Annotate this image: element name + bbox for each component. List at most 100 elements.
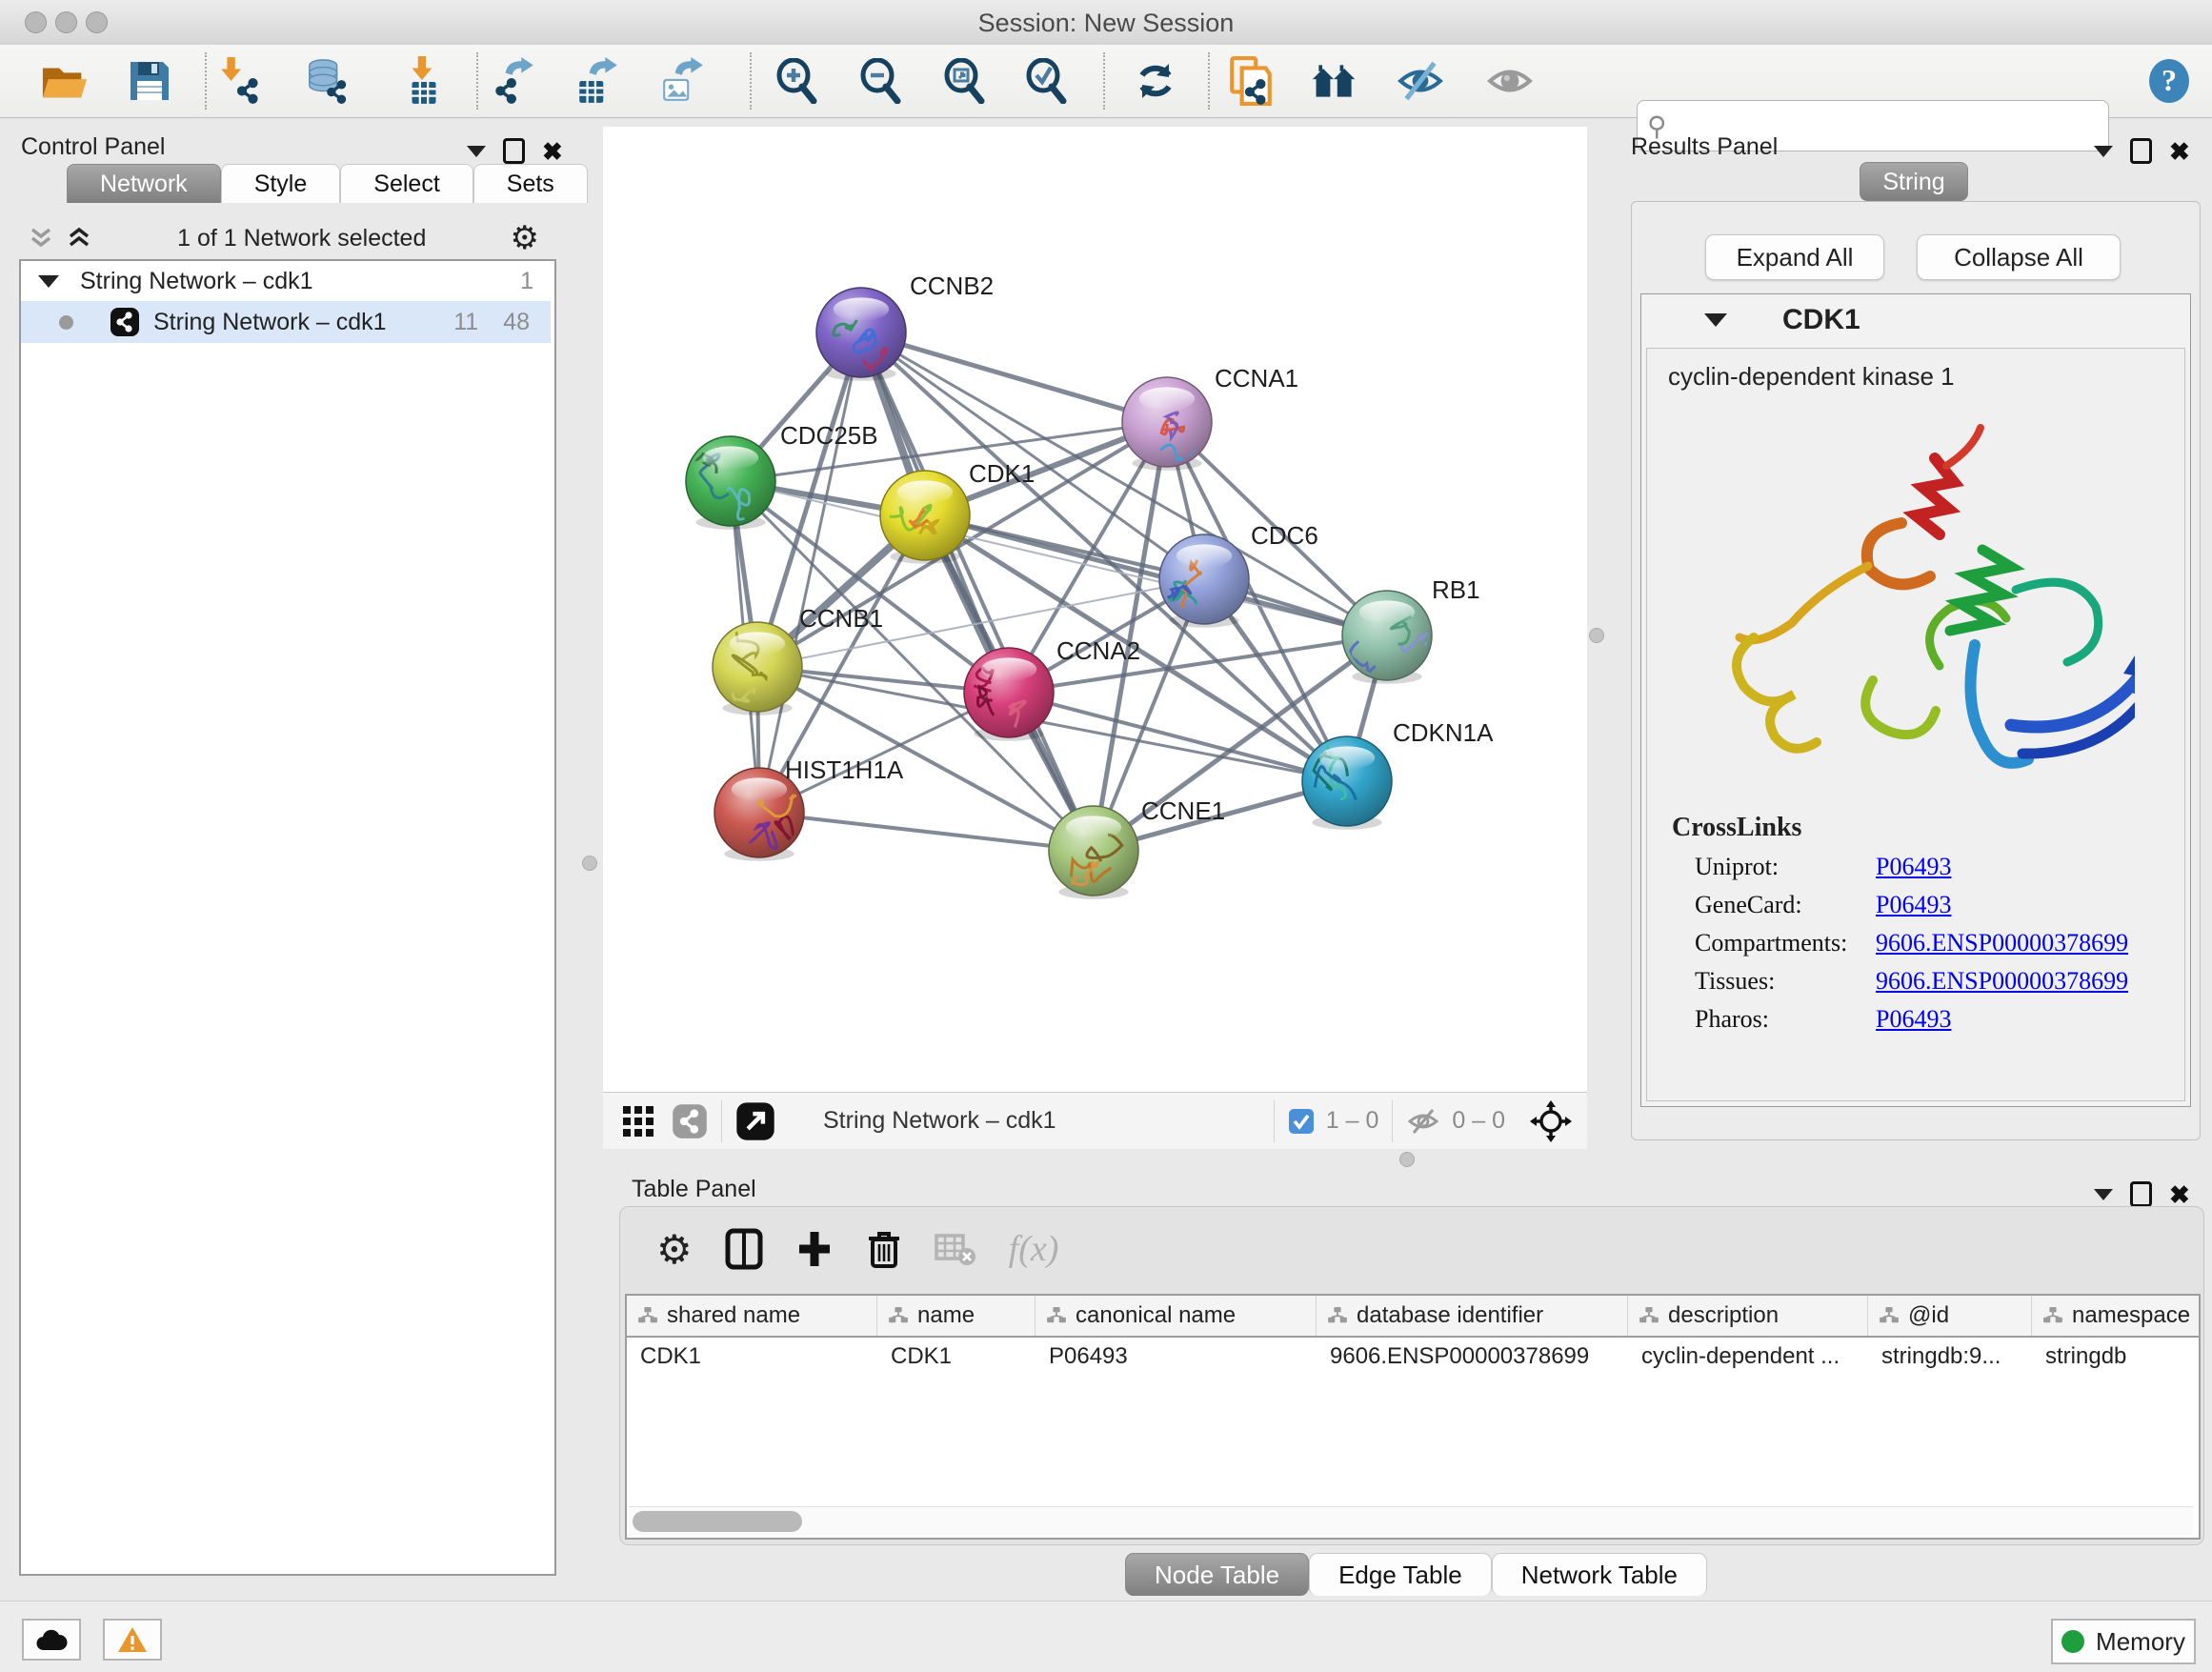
selected-checkbox-icon[interactable] <box>1288 1108 1315 1135</box>
crosslink-link[interactable]: 9606.ENSP00000378699 <box>1876 929 2128 957</box>
tab-network[interactable]: Network <box>67 164 221 203</box>
tab-select[interactable]: Select <box>340 164 473 203</box>
column-header-database-identifier[interactable]: database identifier <box>1317 1296 1628 1336</box>
zoom-selected-button[interactable] <box>1023 57 1071 105</box>
network-options-gear-icon[interactable]: ⚙︎ <box>511 219 539 257</box>
panel-float-icon[interactable] <box>2130 1181 2152 1207</box>
copy-network-button[interactable] <box>1227 57 1275 105</box>
import-table-button[interactable] <box>400 57 448 105</box>
fit-center-crosshair-icon[interactable] <box>1530 1100 1572 1142</box>
table-h-scrollbar[interactable] <box>629 1506 2193 1536</box>
edge-CCNB2-HIST1H1A[interactable] <box>759 332 861 813</box>
bottom-splitter-grip[interactable] <box>1399 1152 1415 1167</box>
svg-text:?: ? <box>2162 63 2177 97</box>
panel-menu-icon[interactable] <box>467 146 486 157</box>
toggle-hide-button[interactable] <box>1397 57 1444 105</box>
help-button[interactable]: ? <box>2145 57 2193 105</box>
table-gear-icon[interactable]: ⚙︎ <box>656 1226 693 1273</box>
cell-canonical-name[interactable]: P06493 <box>1036 1343 1317 1370</box>
expand-all-icon[interactable] <box>65 224 93 252</box>
crosslink-link[interactable]: P06493 <box>1876 853 1951 881</box>
node-CCNB2[interactable]: CCNB2 <box>816 272 994 385</box>
hidden-counts: 0 – 0 <box>1452 1107 1505 1135</box>
zoom-fit-button[interactable] <box>941 57 989 105</box>
column-header-namespace[interactable]: namespace <box>2032 1296 2212 1336</box>
refresh-layout-button[interactable] <box>1132 57 1179 105</box>
import-network-button[interactable] <box>217 57 265 105</box>
zoom-out-button[interactable] <box>857 57 905 105</box>
home-button[interactable] <box>1311 57 1358 105</box>
import-database-button[interactable] <box>305 57 352 105</box>
open-in-window-icon[interactable] <box>735 1101 775 1141</box>
cloud-button[interactable] <box>22 1619 81 1661</box>
panel-close-icon[interactable]: ✖ <box>2169 139 2190 164</box>
open-session-button[interactable] <box>41 57 89 105</box>
warnings-button[interactable] <box>103 1619 162 1661</box>
node-CCNA1[interactable]: CCNA1 <box>1122 364 1298 471</box>
panel-float-icon[interactable] <box>2130 138 2152 164</box>
navbar-separator <box>1392 1100 1393 1142</box>
column-header-description[interactable]: description <box>1628 1296 1868 1336</box>
cell-description[interactable]: cyclin-dependent ... <box>1628 1343 1868 1370</box>
edge-HIST1H1A-CCNE1[interactable] <box>759 813 1094 851</box>
panel-close-icon[interactable]: ✖ <box>542 139 563 164</box>
table-row[interactable]: CDK1CDK1P064939606.ENSP00000378699cyclin… <box>627 1338 2199 1376</box>
panel-float-icon[interactable] <box>503 138 525 164</box>
right-splitter-grip[interactable] <box>1589 628 1604 643</box>
export-table-button[interactable] <box>573 57 621 105</box>
tab-style[interactable]: Style <box>221 164 341 203</box>
crosslinks-list: Uniprot:P06493GeneCard:P06493Compartment… <box>1647 853 2184 1034</box>
gene-section-header[interactable]: CDK1 <box>1641 294 2190 346</box>
tab-node-table[interactable]: Node Table <box>1125 1553 1309 1596</box>
save-session-button[interactable] <box>126 57 173 105</box>
node-CCNE1[interactable]: CCNE1 <box>1049 796 1225 899</box>
cell-namespace[interactable]: stringdb <box>2032 1343 2212 1370</box>
delete-trash-icon[interactable] <box>866 1228 902 1270</box>
tab-edge-table[interactable]: Edge Table <box>1309 1553 1492 1596</box>
crosslink-link[interactable]: P06493 <box>1876 891 1951 919</box>
collection-label: String Network – cdk1 <box>80 268 520 295</box>
column-header-shared-name[interactable]: shared name <box>627 1296 877 1336</box>
panel-menu-icon[interactable] <box>2094 1189 2113 1200</box>
export-image-button[interactable] <box>659 57 707 105</box>
left-splitter-grip[interactable] <box>582 856 597 871</box>
column-header-canonical-name[interactable]: canonical name <box>1036 1296 1317 1336</box>
cell--id[interactable]: stringdb:9... <box>1868 1343 2032 1370</box>
network-row-selected[interactable]: String Network – cdk1 11 48 <box>21 301 551 343</box>
panel-menu-icon[interactable] <box>2094 146 2113 157</box>
function-builder-icon: f(x) <box>1009 1228 1059 1270</box>
node-CDKN1A[interactable]: CDKN1A <box>1302 718 1494 830</box>
gene-expander-icon[interactable] <box>1704 313 1727 327</box>
export-network-button[interactable] <box>492 57 539 105</box>
panel-close-icon[interactable]: ✖ <box>2169 1182 2190 1207</box>
network-share-icon[interactable] <box>672 1103 708 1139</box>
tab-string[interactable]: String <box>1860 162 1968 201</box>
cell-database-identifier[interactable]: 9606.ENSP00000378699 <box>1317 1343 1628 1370</box>
expand-all-button[interactable]: Expand All <box>1705 234 1884 280</box>
zoom-in-button[interactable] <box>774 57 821 105</box>
collapse-all-icon[interactable] <box>27 224 55 252</box>
table-columns-icon[interactable] <box>725 1228 763 1270</box>
column-header-name[interactable]: name <box>877 1296 1036 1336</box>
scrollbar-thumb[interactable] <box>633 1511 802 1532</box>
show-all-button[interactable] <box>1486 57 1534 105</box>
add-column-icon[interactable] <box>795 1228 834 1270</box>
collapse-all-button[interactable]: Collapse All <box>1917 234 2121 280</box>
crosslink-link[interactable]: 9606.ENSP00000378699 <box>1876 967 2128 996</box>
memory-button[interactable]: Memory <box>2051 1619 2196 1664</box>
birds-eye-grid-icon[interactable] <box>620 1103 656 1139</box>
collection-expander-icon[interactable] <box>38 275 59 288</box>
network-collection-row[interactable]: String Network – cdk1 1 <box>21 261 554 301</box>
cloud-icon <box>34 1627 69 1652</box>
hidden-eye-icon[interactable] <box>1406 1104 1440 1138</box>
tab-network-table[interactable]: Network Table <box>1492 1553 1707 1596</box>
node-HIST1H1A[interactable]: HIST1H1A <box>714 755 904 861</box>
node-RB1[interactable]: RB1 <box>1342 575 1480 684</box>
tab-sets[interactable]: Sets <box>473 164 588 203</box>
cell-shared-name[interactable]: CDK1 <box>627 1343 877 1370</box>
node-CCNB1[interactable]: CCNB1 <box>713 604 883 716</box>
column-header--id[interactable]: @id <box>1868 1296 2032 1336</box>
cell-name[interactable]: CDK1 <box>877 1343 1036 1370</box>
network-canvas[interactable]: CCNB2 CCNA1 CDC25B CDK1 <box>603 127 1587 1092</box>
crosslink-link[interactable]: P06493 <box>1876 1005 1951 1034</box>
